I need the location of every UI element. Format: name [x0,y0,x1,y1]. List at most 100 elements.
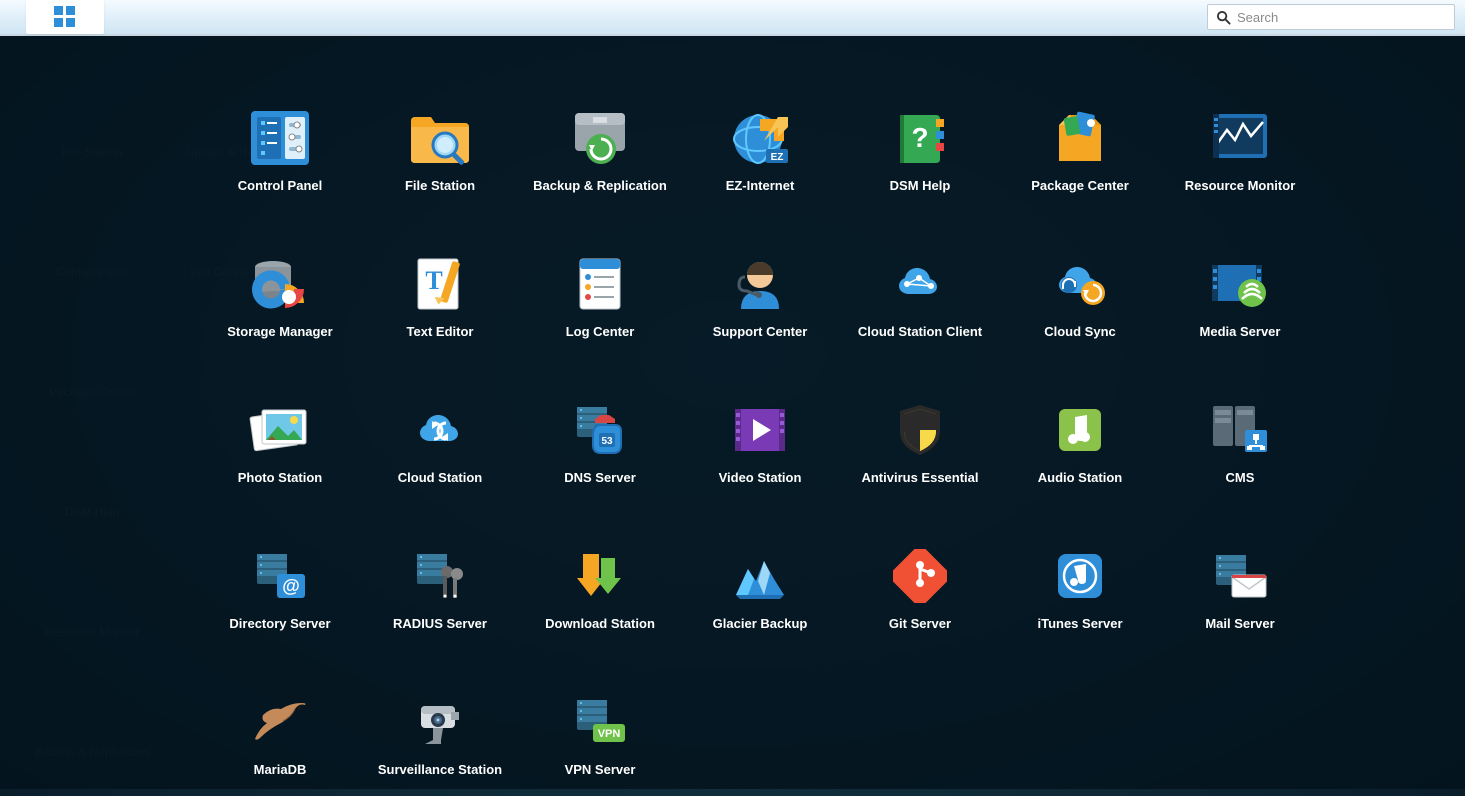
cloud-client-icon [884,252,956,316]
svg-text:T: T [425,266,442,295]
git-icon [884,544,956,608]
app-label: Antivirus Essential [861,470,978,504]
app-label: Audio Station [1038,470,1123,504]
app-antivirus[interactable]: Antivirus Essential [840,398,1000,504]
app-label: EZ-Internet [726,178,795,212]
itunes-icon [1044,544,1116,608]
app-text-editor[interactable]: T Text Editor [360,252,520,358]
support-icon [724,252,796,316]
app-grid: Control Panel File Station Backup & Replic… [200,106,1465,796]
app-label: Mail Server [1205,616,1274,650]
svg-text:VPN: VPN [598,728,621,740]
glacier-icon [724,544,796,608]
app-git[interactable]: Git Server [840,544,1000,650]
app-media-server[interactable]: Media Server [1160,252,1320,358]
app-label: Download Station [545,616,655,650]
app-folder-search[interactable]: File Station [360,106,520,212]
directory-icon: @ [244,544,316,608]
text-editor-icon: T [404,252,476,316]
svg-text:?: ? [911,122,928,153]
app-label: Cloud Station [398,470,483,504]
app-label: Log Center [566,324,635,358]
app-video[interactable]: Video Station [680,398,840,504]
app-label: Glacier Backup [713,616,808,650]
app-glacier[interactable]: Glacier Backup [680,544,840,650]
app-surveillance[interactable]: Surveillance Station [360,690,520,796]
app-backup[interactable]: Backup & Replication [520,106,680,212]
cloud-icon [404,398,476,462]
audio-icon [1044,398,1116,462]
app-label: Video Station [719,470,802,504]
app-label: DSM Help [890,178,951,212]
app-label: Cloud Sync [1044,324,1116,358]
svg-text:@: @ [282,576,300,596]
app-label: Photo Station [238,470,323,504]
radius-icon [404,544,476,608]
photo-icon [244,398,316,462]
cloud-sync-icon [1044,252,1116,316]
vpn-icon: VPN [564,690,636,754]
app-cloud-client[interactable]: Cloud Station Client [840,252,1000,358]
search-box[interactable] [1207,4,1455,30]
app-label: Resource Monitor [1185,178,1296,212]
app-label: Control Panel [238,178,323,212]
mariadb-icon [244,690,316,754]
app-label: VPN Server [565,762,636,796]
app-dns[interactable]: 53 DNS Server [520,398,680,504]
app-storage[interactable]: Storage Manager [200,252,360,358]
video-icon [724,398,796,462]
app-label: Text Editor [407,324,474,358]
help-icon: ? [884,106,956,170]
app-resource[interactable]: Resource Monitor [1160,106,1320,212]
app-itunes[interactable]: iTunes Server [1000,544,1160,650]
app-label: MariaDB [254,762,307,796]
app-photo[interactable]: Photo Station [200,398,360,504]
app-label: Backup & Replication [533,178,667,212]
media-server-icon [1204,252,1276,316]
app-label: Directory Server [229,616,330,650]
package-icon [1044,106,1116,170]
app-label: Git Server [889,616,951,650]
antivirus-icon [884,398,956,462]
cms-icon [1204,398,1276,462]
grid-icon [54,6,76,28]
app-audio[interactable]: Audio Station [1000,398,1160,504]
taskbar [0,0,1465,36]
app-label: Cloud Station Client [858,324,982,358]
app-log[interactable]: Log Center [520,252,680,358]
app-label: DNS Server [564,470,636,504]
app-cloud[interactable]: Cloud Station [360,398,520,504]
surveillance-icon [404,690,476,754]
app-control-panel[interactable]: Control Panel [200,106,360,212]
search-input[interactable] [1237,10,1446,25]
app-download[interactable]: Download Station [520,544,680,650]
search-icon [1216,10,1231,25]
app-vpn[interactable]: VPN VPN Server [520,690,680,796]
app-label: Package Center [1031,178,1129,212]
app-label: RADIUS Server [393,616,487,650]
app-label: Storage Manager [227,324,332,358]
app-help[interactable]: ? DSM Help [840,106,1000,212]
dns-icon: 53 [564,398,636,462]
control-panel-icon [244,106,316,170]
backup-icon [564,106,636,170]
svg-text:53: 53 [601,436,613,447]
app-label: CMS [1226,470,1255,504]
all-apps-button[interactable] [26,0,104,34]
mail-icon [1204,544,1276,608]
app-label: File Station [405,178,475,212]
app-mail[interactable]: Mail Server [1160,544,1320,650]
app-ez-internet[interactable]: EZEZ-Internet [680,106,840,212]
app-label: Media Server [1200,324,1281,358]
app-cloud-sync[interactable]: Cloud Sync [1000,252,1160,358]
download-icon [564,544,636,608]
app-label: Support Center [713,324,808,358]
app-support[interactable]: Support Center [680,252,840,358]
app-directory[interactable]: @ Directory Server [200,544,360,650]
app-package[interactable]: Package Center [1000,106,1160,212]
app-mariadb[interactable]: MariaDB [200,690,360,796]
app-radius[interactable]: RADIUS Server [360,544,520,650]
launcher-overlay: Control Panel File Station Backup & Replic… [0,36,1465,789]
app-cms[interactable]: CMS [1160,398,1320,504]
app-label: Surveillance Station [378,762,502,796]
